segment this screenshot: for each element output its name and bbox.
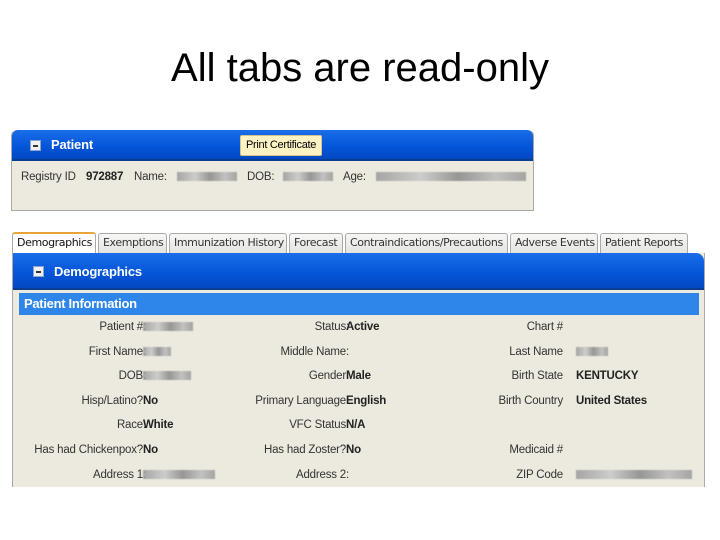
zip-code-label: ZIP Code	[516, 469, 563, 481]
address-2-label: Address 2:	[296, 469, 349, 481]
first-name-label: First Name:	[88, 346, 146, 358]
chickenpox-value: No	[143, 444, 158, 456]
birth-country-value: United States	[576, 395, 647, 407]
field-row: Hisp/Latino?: No Primary Language: Engli…	[13, 395, 706, 411]
slide-title: All tabs are read-only	[171, 46, 549, 90]
field-row: Race: White VFC Status: N/A	[13, 419, 706, 435]
status-value: Active	[346, 321, 380, 333]
chart-number-label: Chart #	[526, 321, 564, 333]
name-value	[177, 171, 237, 183]
vfc-status-label: VFC Status:	[289, 419, 349, 431]
age-value	[376, 171, 526, 183]
registry-id-value: 972887	[86, 171, 124, 183]
tab-forecast[interactable]: Forecast	[289, 233, 343, 253]
zoster-label: Has had Zoster?:	[263, 444, 349, 456]
tab-immunization-history[interactable]: Immunization History	[169, 233, 287, 253]
field-row: Address 1: Address 2: ZIP Code	[13, 469, 706, 485]
patient-panel-header: Patient Print Certificate	[12, 130, 533, 161]
dob-label: DOB:	[118, 370, 147, 382]
field-row: First Name: Middle Name: Last Name	[13, 346, 706, 362]
dob-value	[283, 171, 333, 183]
race-label: Race:	[116, 419, 146, 431]
tab-patient-reports[interactable]: Patient Reports	[600, 233, 688, 253]
dob-value	[143, 370, 191, 382]
demographics-panel-title: Demographics	[54, 264, 142, 279]
address-1-value	[143, 469, 215, 481]
race-value: White	[143, 419, 174, 431]
age-label: Age:	[343, 171, 366, 183]
last-name-label: Last Name	[509, 346, 563, 358]
tab-exemptions[interactable]: Exemptions	[98, 233, 167, 253]
demographics-panel-header: Demographics	[13, 253, 704, 290]
dob-label: DOB:	[247, 171, 275, 183]
tab-adverse-events[interactable]: Adverse Events	[510, 233, 598, 253]
patient-information-header: Patient Information	[19, 293, 699, 315]
tab-contraindications[interactable]: Contraindications/Precautions	[345, 233, 508, 253]
patient-panel: Patient Print Certificate Registry ID 97…	[11, 130, 534, 211]
collapse-icon[interactable]	[33, 266, 44, 277]
birth-state-label: Birth State	[511, 370, 564, 382]
birth-state-value: KENTUCKY	[576, 370, 639, 382]
primary-language-value: English	[346, 395, 387, 407]
gender-label: Gender:	[308, 370, 349, 382]
field-row: Has had Chickenpox?: No Has had Zoster?:…	[13, 444, 706, 460]
print-certificate-button[interactable]: Print Certificate	[240, 135, 323, 156]
field-row: Patient #: Status: Active Chart #	[13, 321, 706, 337]
zip-code-value	[576, 469, 692, 481]
patient-panel-title: Patient	[51, 137, 93, 152]
birth-country-label: Birth Country	[498, 395, 563, 407]
name-label: Name:	[134, 171, 167, 183]
middle-name-label: Middle Name:	[280, 346, 349, 358]
chickenpox-label: Has had Chickenpox?:	[34, 444, 146, 456]
hispanic-latino-label: Hisp/Latino?:	[81, 395, 146, 407]
zoster-value: No	[346, 444, 361, 456]
hispanic-latino-value: No	[143, 395, 158, 407]
patient-number-label: Patient #:	[99, 321, 146, 333]
gender-value: Male	[346, 370, 371, 382]
collapse-icon[interactable]	[30, 140, 41, 151]
slide-background	[0, 487, 720, 540]
address-1-label: Address 1:	[93, 469, 146, 481]
vfc-status-value: N/A	[346, 419, 366, 431]
primary-language-label: Primary Language:	[255, 395, 349, 407]
registry-id-label: Registry ID	[21, 171, 76, 183]
last-name-value	[576, 346, 608, 358]
field-row: DOB: Gender: Male Birth State KENTUCKY	[13, 370, 706, 386]
medicaid-number-label: Medicaid #	[509, 444, 563, 456]
tab-demographics[interactable]: Demographics	[12, 232, 96, 253]
status-label: Status:	[314, 321, 350, 333]
first-name-value	[143, 346, 171, 358]
demographics-panel: Demographics Patient Information Patient…	[12, 253, 705, 493]
patient-number-value	[143, 321, 193, 333]
